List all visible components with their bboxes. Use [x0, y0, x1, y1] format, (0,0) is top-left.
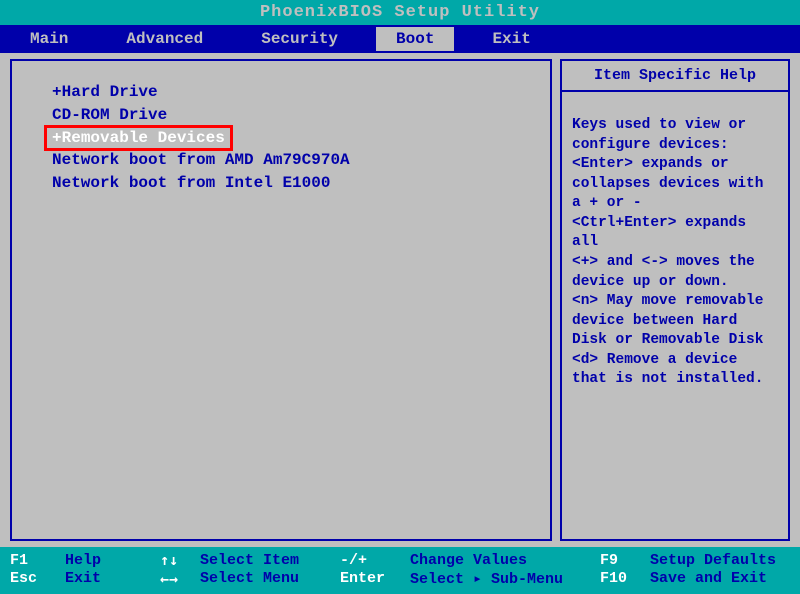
title-bar: PhoenixBIOS Setup Utility	[0, 0, 800, 25]
menu-boot[interactable]: Boot	[376, 27, 454, 51]
footer-key-f9: F9	[600, 552, 618, 569]
arrow-leftright-icon: ←→	[160, 570, 178, 588]
footer-key-f10: F10	[600, 570, 627, 587]
footer-label-help: Help	[65, 552, 101, 569]
footer-key-esc: Esc	[10, 570, 37, 587]
footer-label-select-submenu: Select ▸ Sub-Menu	[410, 569, 563, 588]
footer-label-save-exit: Save and Exit	[650, 570, 767, 587]
menu-main[interactable]: Main	[10, 27, 88, 51]
boot-item-label: Network boot from Intel E1000	[52, 174, 330, 192]
menu-security[interactable]: Security	[241, 27, 358, 51]
menu-bar: Main Advanced Security Boot Exit	[0, 25, 800, 53]
expand-icon: +	[52, 129, 62, 147]
arrow-updown-icon: ↑↓	[160, 551, 178, 569]
footer-label-select-menu: Select Menu	[200, 570, 299, 587]
expand-icon: +	[52, 83, 62, 101]
bios-window: PhoenixBIOS Setup Utility Main Advanced …	[0, 0, 800, 594]
footer-label-exit: Exit	[65, 570, 101, 587]
footer-row-1: F1 Help ↑↓ Select Item -/+ Change Values…	[10, 551, 790, 569]
boot-item-label: Removable Devices	[62, 129, 225, 147]
help-panel: Item Specific Help Keys used to view or …	[560, 59, 790, 541]
boot-list: +Hard Drive CD-ROM Drive +Removable Devi…	[22, 81, 540, 195]
menu-advanced[interactable]: Advanced	[106, 27, 223, 51]
footer-key-enter: Enter	[340, 570, 385, 587]
footer-label-setup-defaults: Setup Defaults	[650, 552, 776, 569]
menu-exit[interactable]: Exit	[472, 27, 550, 51]
boot-item-network-intel[interactable]: Network boot from Intel E1000	[46, 172, 336, 195]
footer-key-plusminus: -/+	[340, 552, 367, 569]
boot-item-network-amd[interactable]: Network boot from AMD Am79C970A	[46, 149, 356, 172]
footer-bar: F1 Help ↑↓ Select Item -/+ Change Values…	[0, 547, 800, 594]
footer-label-change-values: Change Values	[410, 552, 527, 569]
footer-key-f1: F1	[10, 552, 28, 569]
boot-item-removable[interactable]: +Removable Devices	[46, 127, 231, 150]
footer-label-select-item: Select Item	[200, 552, 299, 569]
main-content: +Hard Drive CD-ROM Drive +Removable Devi…	[0, 53, 800, 547]
boot-item-label: Network boot from AMD Am79C970A	[52, 151, 350, 169]
footer-row-2: Esc Exit ←→ Select Menu Enter Select ▸ S…	[10, 569, 790, 588]
boot-item-cdrom[interactable]: CD-ROM Drive	[46, 104, 173, 127]
boot-item-label: Hard Drive	[62, 83, 158, 101]
help-title: Item Specific Help	[562, 61, 788, 92]
boot-item-label: CD-ROM Drive	[52, 106, 167, 124]
boot-list-panel: +Hard Drive CD-ROM Drive +Removable Devi…	[10, 59, 552, 541]
help-content: Keys used to view or configure devices: …	[562, 92, 788, 400]
boot-item-hard-drive[interactable]: +Hard Drive	[46, 81, 164, 104]
